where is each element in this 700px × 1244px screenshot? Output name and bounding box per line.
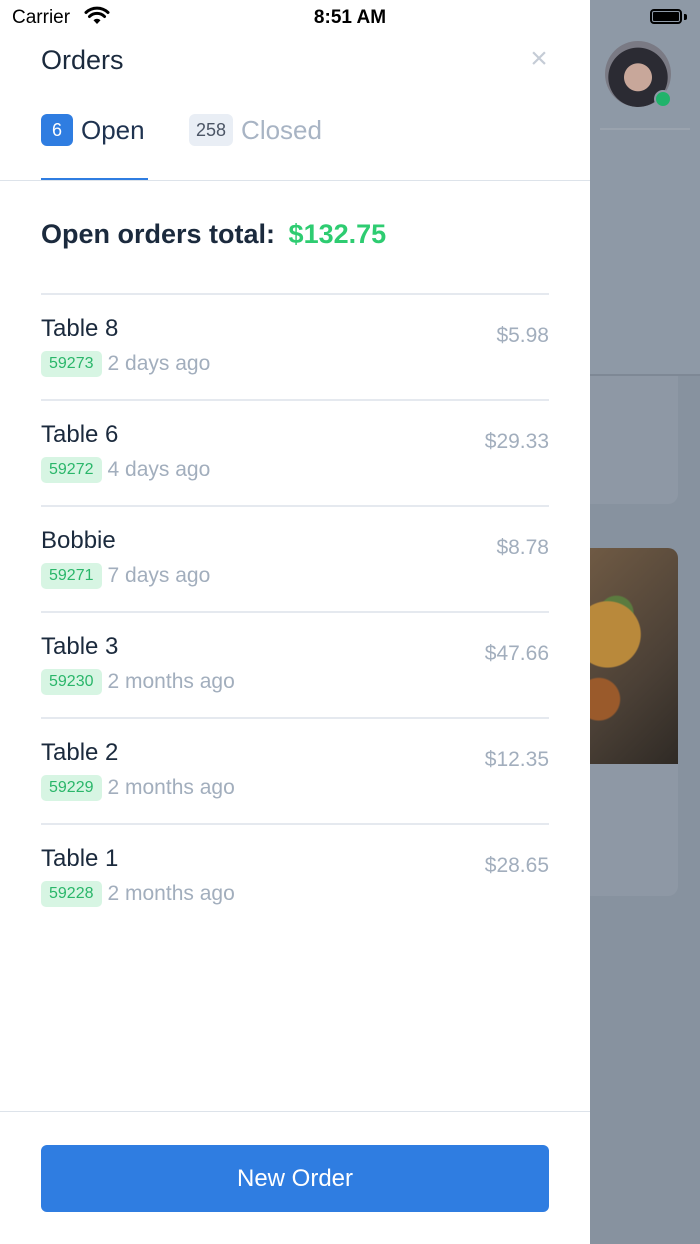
clock: 8:51 AM: [313, 7, 387, 28]
order-amount: $28.65: [484, 854, 549, 877]
pizza-photo: [590, 548, 678, 764]
new-order-button[interactable]: New Order: [41, 1145, 549, 1212]
order-amount: $8.78: [496, 536, 549, 559]
tab-closed[interactable]: 258 Closed: [189, 112, 322, 148]
orders-drawer: Orders × 6 Open 258 Closed Open orders t…: [0, 0, 590, 1244]
drawer-title: Orders: [41, 45, 124, 75]
order-amount: $29.33: [484, 430, 549, 453]
battery-tip: [684, 14, 687, 20]
order-name: Table 2: [41, 739, 119, 766]
order-meta: 59273 2 days ago: [41, 351, 210, 377]
open-orders-total: Open orders total: $132.75: [41, 219, 386, 250]
tabs-divider: [0, 180, 590, 181]
order-row[interactable]: Table 6 59272 4 days ago $29.33: [41, 399, 549, 505]
order-meta: 59271 7 days ago: [41, 563, 210, 589]
order-id-badge: 59273: [41, 351, 102, 377]
order-id-badge: 59271: [41, 563, 102, 589]
total-amount: $132.75: [288, 219, 387, 249]
order-row[interactable]: Table 3 59230 2 months ago $47.66: [41, 611, 549, 717]
order-time: 2 months ago: [107, 776, 235, 799]
tab-open-label: Open: [81, 114, 145, 145]
order-time: 4 days ago: [107, 458, 211, 481]
tab-closed-label: Closed: [241, 114, 322, 145]
battery-icon: [650, 9, 682, 24]
background-app: [590, 0, 700, 1244]
tab-open[interactable]: 6 Open: [41, 112, 145, 148]
order-id-badge: 59229: [41, 775, 102, 801]
order-time: 7 days ago: [107, 564, 211, 587]
orders-list: Table 8 59273 2 days ago $5.98 Table 6 5…: [41, 293, 549, 929]
order-id-badge: 59228: [41, 881, 102, 907]
total-label: Open orders total:: [41, 219, 276, 249]
order-meta: 59272 4 days ago: [41, 457, 210, 483]
status-bar: Carrier 8:51 AM: [0, 0, 700, 36]
background-divider: [600, 128, 690, 130]
order-name: Table 6: [41, 421, 119, 448]
order-row[interactable]: Table 2 59229 2 months ago $12.35: [41, 717, 549, 823]
order-amount: $12.35: [484, 748, 549, 771]
closed-count-badge: 258: [189, 114, 234, 146]
order-name: Bobbie: [41, 527, 116, 554]
order-row[interactable]: Table 8 59273 2 days ago $5.98: [41, 293, 549, 399]
order-meta: 59230 2 months ago: [41, 669, 235, 695]
order-time: 2 months ago: [107, 882, 235, 905]
order-name: Table 1: [41, 845, 119, 872]
order-meta: 59229 2 months ago: [41, 775, 235, 801]
open-count-badge: 6: [41, 114, 73, 146]
order-row[interactable]: Table 1 59228 2 months ago $28.65: [41, 823, 549, 929]
background-card: [590, 376, 678, 504]
close-icon[interactable]: ×: [526, 44, 552, 74]
order-meta: 59228 2 months ago: [41, 881, 235, 907]
order-name: Table 3: [41, 633, 119, 660]
order-amount: $47.66: [484, 642, 549, 665]
order-amount: $5.98: [496, 324, 549, 347]
order-id-badge: 59272: [41, 457, 102, 483]
order-row[interactable]: Bobbie 59271 7 days ago $8.78: [41, 505, 549, 611]
order-time: 2 days ago: [107, 352, 211, 375]
order-time: 2 months ago: [107, 670, 235, 693]
order-id-badge: 59230: [41, 669, 102, 695]
online-status-dot: [654, 90, 672, 108]
footer-divider: [0, 1111, 590, 1112]
order-name: Table 8: [41, 315, 119, 342]
